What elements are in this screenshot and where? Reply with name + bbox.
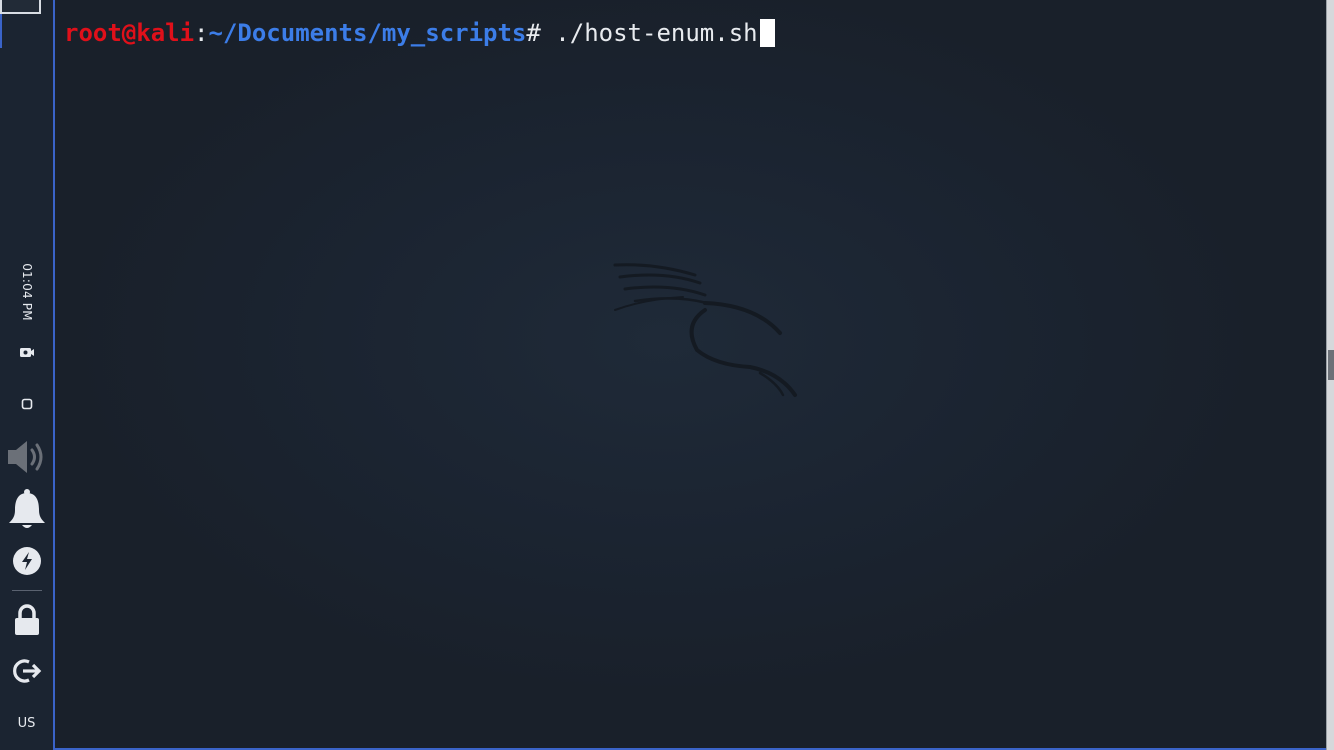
logout-icon[interactable] (0, 657, 53, 685)
side-panel: 01:04 PM US (0, 0, 55, 750)
prompt-path: ~/Documents/my_scripts (208, 19, 527, 47)
display-icon[interactable] (0, 398, 53, 410)
volume-icon[interactable] (0, 436, 53, 478)
power-icon[interactable] (0, 546, 53, 576)
camera-icon[interactable] (0, 345, 53, 359)
scrollbar-handle[interactable] (1328, 350, 1334, 380)
prompt-user: root@kali (64, 19, 195, 47)
panel-separator (12, 590, 42, 591)
clock[interactable]: 01:04 PM (20, 263, 34, 321)
typed-command: ./host-enum.sh (555, 19, 758, 47)
terminal-command-line[interactable]: root@kali:~/Documents/my_scripts# ./host… (64, 18, 775, 48)
kali-dragon-logo (613, 263, 797, 397)
prompt-symbol: # (526, 19, 556, 47)
terminal-scrollbar[interactable] (1326, 0, 1334, 750)
keyboard-layout-indicator[interactable]: US (0, 716, 53, 731)
lock-icon[interactable] (0, 604, 53, 636)
text-cursor (759, 19, 775, 47)
bell-icon[interactable] (0, 488, 53, 532)
terminal-window[interactable]: root@kali:~/Documents/my_scripts# ./host… (55, 0, 1326, 750)
prompt-colon: : (194, 19, 209, 47)
workspace-button[interactable] (0, 0, 41, 14)
